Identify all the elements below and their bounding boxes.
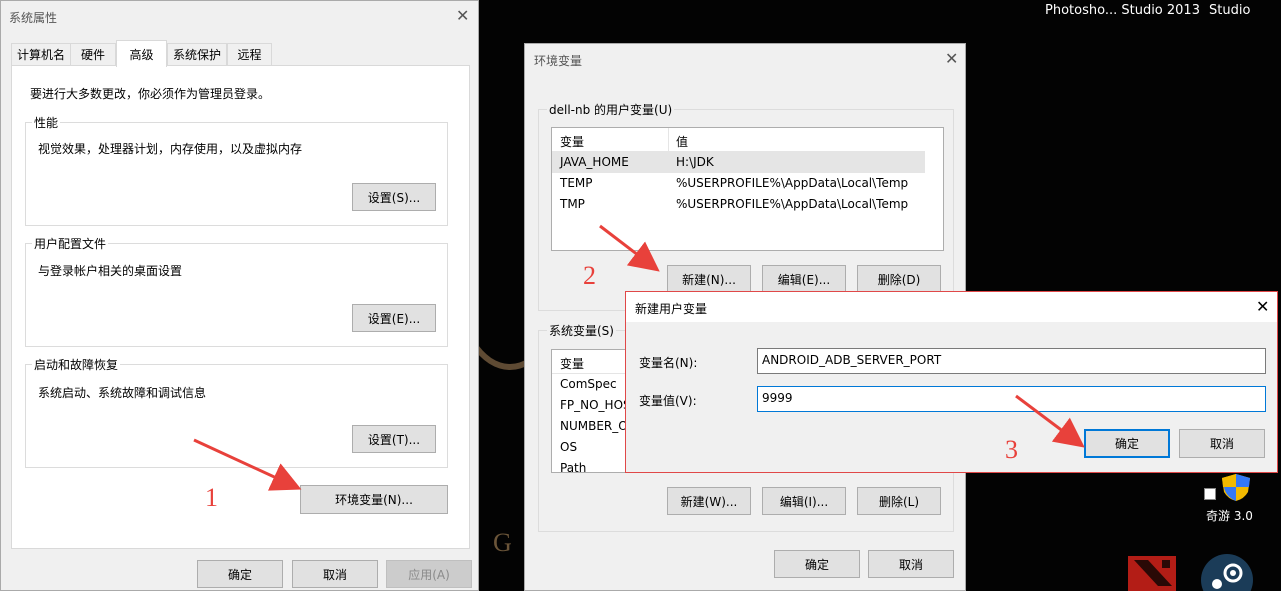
group-description: 视觉效果，处理器计划，内存使用，以及虚拟内存 [38, 142, 303, 156]
tab-system-protection[interactable]: 系统保护 [167, 43, 227, 65]
user-profiles-settings-button[interactable]: 设置(E)... [352, 304, 436, 332]
variable-value-input[interactable]: 9999 [757, 386, 1266, 412]
step-3-label: 3 [1005, 435, 1018, 464]
row-name: JAVA_HOME [560, 155, 629, 169]
cancel-button[interactable]: 取消 [292, 560, 378, 588]
user-variables-group: dell-nb 的用户变量(U) 变量 值 JAVA_HOME H:\JDK T… [538, 101, 954, 311]
apply-button[interactable]: 应用(A) [386, 560, 472, 588]
group-description: 系统启动、系统故障和调试信息 [38, 386, 207, 400]
user-new-button[interactable]: 新建(N)... [667, 265, 751, 293]
taskbar-item-studio[interactable]: Studio [1209, 3, 1250, 18]
row-name: NUMBER_O [560, 419, 628, 433]
steam-app-icon[interactable] [1200, 553, 1254, 591]
dota-app-icon[interactable] [1128, 556, 1176, 591]
table-row[interactable]: TEMP %USERPROFILE%\AppData\Local\Temp [552, 173, 925, 194]
column-header[interactable]: 变量 [560, 133, 584, 150]
row-name: OS [560, 440, 578, 454]
group-label: dell-nb 的用户变量(U) [547, 101, 675, 118]
close-icon[interactable]: ✕ [1256, 299, 1269, 315]
startup-settings-button[interactable]: 设置(T)... [352, 425, 436, 453]
group-label: 启动和故障恢复 [32, 356, 121, 373]
column-header[interactable]: 值 [676, 133, 688, 150]
step-1-label: 1 [205, 483, 218, 512]
list-header: 变量 值 [552, 128, 925, 152]
wallpaper-brand-letter: G [493, 528, 512, 557]
admin-note: 要进行大多数更改，你必须作为管理员登录。 [30, 87, 271, 101]
tab-computer-name[interactable]: 计算机名 [11, 43, 71, 65]
user-edit-button[interactable]: 编辑(E)... [762, 265, 846, 293]
row-name: FP_NO_HOS [560, 398, 631, 412]
new-user-variable-dialog: 新建用户变量 ✕ 变量名(N): ANDROID_ADB_SERVER_PORT… [625, 291, 1278, 473]
row-name: TMP [560, 197, 585, 211]
environment-variables-button[interactable]: 环境变量(N)... [300, 485, 448, 514]
desktop-icon-qiyou[interactable]: 奇游 3.0 [1198, 470, 1258, 526]
ok-button[interactable]: 确定 [774, 550, 860, 578]
table-row[interactable]: JAVA_HOME H:\JDK [552, 152, 925, 173]
system-properties-window: 系统属性 ✕ 计算机名 硬件 高级 系统保护 远程 要进行大多数更改，你必须作为… [0, 0, 479, 591]
system-edit-button[interactable]: 编辑(I)... [762, 487, 846, 515]
column-header[interactable]: 变量 [560, 355, 584, 372]
tab-hardware[interactable]: 硬件 [70, 43, 116, 65]
ok-button[interactable]: 确定 [197, 560, 283, 588]
group-description: 与登录帐户相关的桌面设置 [38, 264, 183, 278]
row-value: %USERPROFILE%\AppData\Local\Temp [676, 176, 909, 190]
startup-recovery-group: 启动和故障恢复 系统启动、系统故障和调试信息 设置(T)... [25, 356, 448, 468]
dialog-titlebar: 新建用户变量 ✕ [626, 292, 1277, 322]
row-name: ComSpec [560, 377, 617, 391]
ok-button[interactable]: 确定 [1084, 429, 1170, 458]
user-profiles-group: 用户配置文件 与登录帐户相关的桌面设置 设置(E)... [25, 235, 448, 347]
cancel-button[interactable]: 取消 [1179, 429, 1265, 458]
shortcut-arrow-icon [1204, 488, 1216, 500]
user-variables-list[interactable]: 变量 值 JAVA_HOME H:\JDK TEMP %USERPROFILE%… [551, 127, 944, 251]
windows-shield-icon [1220, 472, 1252, 502]
close-icon[interactable]: ✕ [456, 8, 469, 24]
row-name: TEMP [560, 176, 593, 190]
tab-advanced[interactable]: 高级 [116, 40, 167, 67]
performance-group: 性能 视觉效果，处理器计划，内存使用，以及虚拟内存 设置(S)... [25, 114, 448, 226]
window-title: 环境变量 [534, 54, 583, 68]
variable-value-label: 变量值(V): [639, 394, 697, 408]
window-title: 系统属性 [9, 11, 58, 25]
column-divider [668, 128, 669, 152]
row-value: %USERPROFILE%\AppData\Local\Temp [676, 197, 909, 211]
performance-settings-button[interactable]: 设置(S)... [352, 183, 436, 211]
row-name: Path [560, 461, 587, 473]
row-value: H:\JDK [676, 155, 714, 169]
taskbar-item-photoshop[interactable]: Photosho... Studio 2013 [1045, 3, 1200, 18]
step-2-label: 2 [583, 261, 596, 290]
variable-name-input[interactable]: ANDROID_ADB_SERVER_PORT [757, 348, 1266, 374]
system-new-button[interactable]: 新建(W)... [667, 487, 751, 515]
table-row[interactable]: TMP %USERPROFILE%\AppData\Local\Temp [552, 194, 925, 215]
variable-name-label: 变量名(N): [639, 356, 698, 370]
window-title: 新建用户变量 [635, 302, 708, 316]
desktop-icon-label: 奇游 3.0 [1206, 509, 1253, 523]
tab-remote[interactable]: 远程 [227, 43, 272, 65]
system-delete-button[interactable]: 删除(L) [857, 487, 941, 515]
group-label: 系统变量(S) [547, 322, 616, 339]
group-label: 性能 [32, 114, 61, 131]
group-label: 用户配置文件 [32, 235, 109, 252]
user-delete-button[interactable]: 删除(D) [857, 265, 941, 293]
cancel-button[interactable]: 取消 [868, 550, 954, 578]
close-icon[interactable]: ✕ [945, 51, 958, 67]
